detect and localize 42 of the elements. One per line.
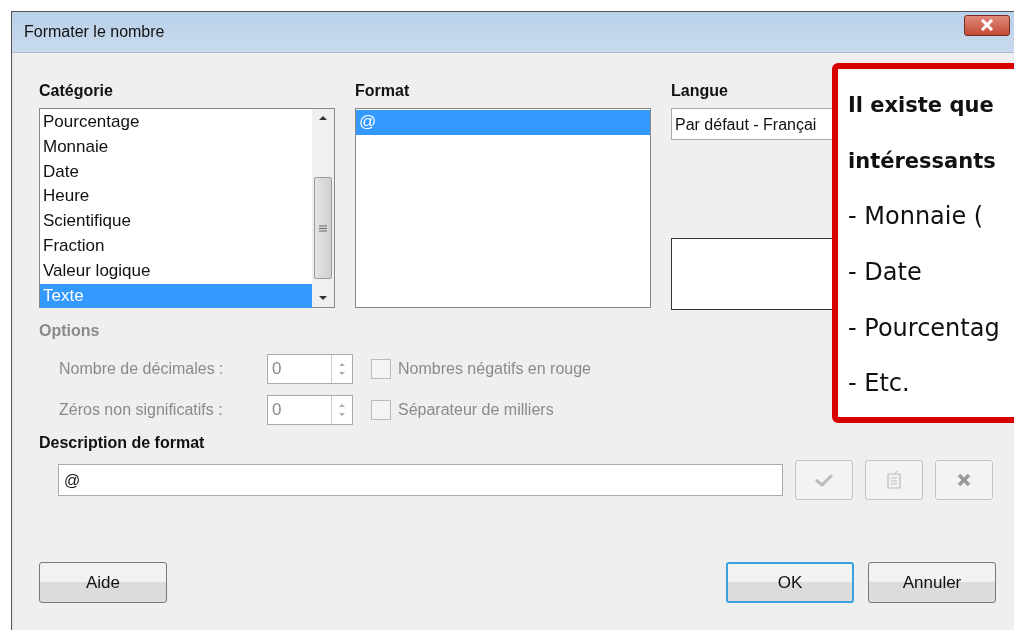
dialog-button[interactable]: Annuler (868, 562, 996, 603)
language-dropdown[interactable]: Par défaut - Françai (671, 108, 834, 140)
checkbox-label: Nombres négatifs en rouge (398, 360, 591, 378)
category-item[interactable]: Scientifique (40, 209, 312, 234)
category-item[interactable]: Pourcentage (40, 110, 312, 135)
option-label: Zéros non significatifs : (59, 401, 224, 419)
scroll-thumb[interactable] (314, 177, 332, 279)
close-icon (980, 19, 994, 31)
checkbox-label: Séparateur de milliers (398, 401, 554, 419)
window-title: Formater le nombre (24, 23, 165, 41)
category-item[interactable]: Date (40, 159, 312, 185)
callout-text: - Monnaie ( (848, 201, 985, 233)
scrollbar[interactable] (312, 109, 334, 307)
callout-text: Il existe que (848, 92, 995, 119)
scroll-down-icon[interactable] (318, 295, 328, 301)
scroll-up-icon[interactable] (318, 115, 328, 121)
callout-text: - Date (848, 257, 923, 288)
category-item[interactable]: Valeur logique (40, 258, 312, 284)
callout-text: intéressants (848, 147, 997, 175)
category-item[interactable]: Fraction (40, 234, 312, 259)
close-button[interactable] (964, 14, 1010, 36)
options-label: Options (39, 322, 100, 340)
spin-down-icon[interactable] (338, 371, 346, 376)
option-label: Nombre de décimales : (59, 360, 225, 378)
checkmark-icon (814, 472, 834, 488)
grip-icon (319, 224, 327, 232)
language-label: Langue (671, 82, 729, 100)
description-label: Description de format (39, 434, 205, 452)
dialog-button[interactable]: Aide (39, 562, 167, 603)
spin-up-icon[interactable] (338, 403, 346, 408)
category-label: Catégorie (39, 82, 114, 100)
spin-down-icon[interactable] (338, 412, 346, 417)
delete-icon (956, 472, 972, 488)
callout-text: - Etc. (848, 368, 911, 400)
note-icon (886, 470, 902, 490)
dialog-button[interactable]: OK (726, 562, 854, 603)
category-item[interactable]: Heure (40, 184, 312, 210)
spin-up-icon[interactable] (338, 362, 346, 367)
callout-text: - Pourcentag (848, 312, 1001, 344)
format-code-field[interactable]: @ (58, 464, 783, 496)
category-item[interactable]: Monnaie (40, 134, 312, 160)
format-label: Format (355, 82, 411, 100)
